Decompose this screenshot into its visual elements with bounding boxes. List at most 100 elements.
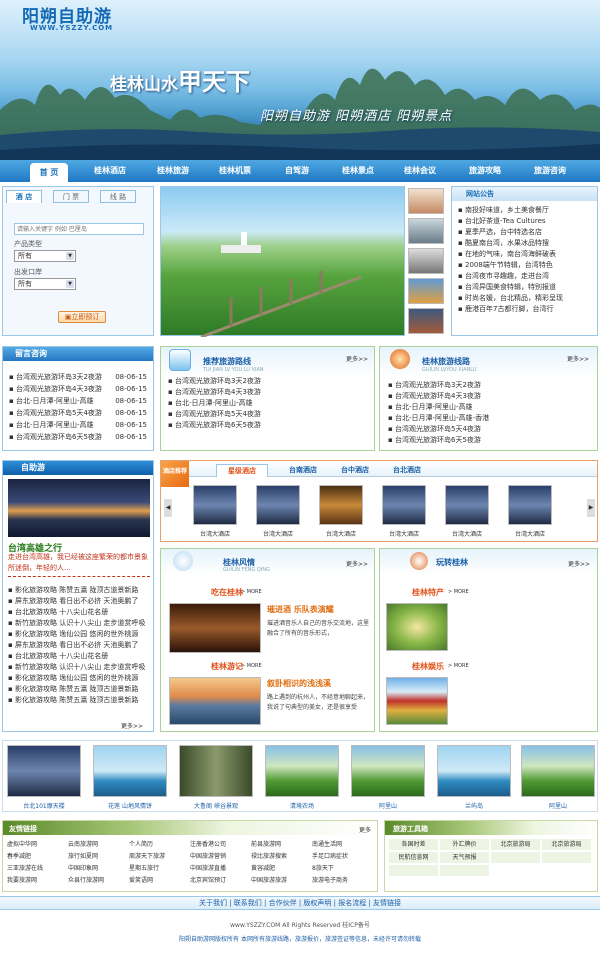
search-tab-ticket[interactable]: 门 票 <box>53 190 89 203</box>
thumb-5[interactable] <box>408 308 444 334</box>
list-item[interactable]: ▪ 台北-日月潭-阿里山-高雄 <box>168 398 368 409</box>
list-item[interactable]: ▪ 屏东旅游攻略 看日出不必挤 天池奥鹏了 <box>8 596 150 607</box>
tool-link[interactable]: 各国时差 <box>389 839 438 850</box>
friend-link[interactable]: 黄容减肥 <box>251 863 312 872</box>
scenic-photo[interactable] <box>521 745 595 797</box>
hotel-tab-star[interactable]: 星级酒店 <box>216 464 268 477</box>
hotel-name[interactable]: 台湾大酒店 <box>445 529 489 538</box>
list-item[interactable]: ▪ 影化旅游攻略 陈赞五瀛 陇顶古道景新路 <box>8 695 150 706</box>
friend-link[interactable]: 中国旅游营销 <box>190 851 251 860</box>
friend-link[interactable]: 众县行旅游网 <box>68 875 129 884</box>
search-type-select[interactable]: 所有 ▼ <box>14 250 76 262</box>
hotel-photo[interactable] <box>445 485 489 525</box>
hotel-name[interactable]: 台湾大酒店 <box>319 529 363 538</box>
selfguide-more-link[interactable]: 更多>> <box>121 721 143 730</box>
hotel-tab-tainan[interactable]: 台南酒店 <box>279 464 327 477</box>
friend-link[interactable]: 春季减肥 <box>7 851 68 860</box>
friend-link[interactable]: 爱笑语网 <box>129 875 190 884</box>
scenic-caption[interactable]: 阿里山 <box>521 801 595 810</box>
list-item[interactable]: ▪ 台北-日月潭-阿里山-高雄 <box>388 402 593 413</box>
hotel-name[interactable]: 台湾大酒店 <box>193 529 237 538</box>
list-item[interactable]: ▪ 南投好味道，乡土美食餐厅 <box>458 205 596 216</box>
scenic-caption[interactable]: 清境农场 <box>265 801 339 810</box>
list-item[interactable]: ▪ 台湾观光旅游环岛3天2夜游 08-06-15 <box>9 371 151 383</box>
nav-tour[interactable]: 桂林旅游 <box>143 160 203 182</box>
friend-link[interactable]: 虚拟中华网 <box>7 839 68 848</box>
friend-link[interactable]: 旅游电子商务 <box>312 875 373 884</box>
scenic-photo[interactable] <box>93 745 167 797</box>
thumb-3[interactable] <box>408 248 444 274</box>
list-item[interactable]: ▪ 台湾观光旅游环岛3天2夜游 <box>388 380 593 391</box>
friend-link[interactable]: 南通生活网 <box>312 839 373 848</box>
friend-link[interactable]: 北京宾馆预订 <box>190 875 251 884</box>
scenic-photo[interactable] <box>437 745 511 797</box>
friend-link[interactable]: 星期五旅行 <box>129 863 190 872</box>
nav-meeting[interactable]: 桂林会议 <box>390 160 450 182</box>
chevron-right-icon[interactable]: ▶ <box>587 499 595 517</box>
friend-link[interactable]: 禄比旅游搜索 <box>251 851 312 860</box>
thumb-4[interactable] <box>408 278 444 304</box>
fun-photo[interactable] <box>386 677 448 725</box>
specialty-more-link[interactable]: > MORE <box>448 589 469 595</box>
search-input[interactable] <box>14 223 144 235</box>
scenic-caption[interactable]: 阿里山 <box>351 801 425 810</box>
links-more-link[interactable]: 更多 <box>359 825 371 834</box>
friend-link[interactable]: 注册香港公司 <box>190 839 251 848</box>
hotel-photo[interactable] <box>508 485 552 525</box>
friend-link[interactable]: 8旅天下 <box>312 863 373 872</box>
hotel-name[interactable]: 台湾大酒店 <box>256 529 300 538</box>
friend-link[interactable]: 前县旅游网 <box>251 839 312 848</box>
list-item[interactable]: ▪ 台北旅游攻略 十八尖山花名册 <box>8 607 150 618</box>
scenic-caption[interactable]: 花莲 山地风情饼 <box>93 801 167 810</box>
featured-photo[interactable] <box>160 186 405 339</box>
friend-link[interactable]: 周游天下旅游 <box>129 851 190 860</box>
trip-more-link[interactable]: > MORE <box>241 663 262 669</box>
scenic-photo[interactable] <box>265 745 339 797</box>
tool-link[interactable]: 民航信息网 <box>389 852 438 863</box>
fun-more-link[interactable]: > MORE <box>448 663 469 669</box>
recommend-more-link[interactable]: 更多>> <box>346 354 368 363</box>
tool-link[interactable]: 外汇牌价 <box>440 839 489 850</box>
footer-link-contact[interactable]: 联系我们 <box>234 899 262 907</box>
hotel-name[interactable]: 台湾大酒店 <box>508 529 552 538</box>
list-item[interactable]: ▪ 酷夏南台湾，水果冰品特搜 <box>458 238 596 249</box>
friend-link[interactable]: 三亚旅游在线 <box>7 863 68 872</box>
list-item[interactable]: ▪ 台北-日月潭-阿里山-高雄 08-06-15 <box>9 419 151 431</box>
scenic-photo[interactable] <box>7 745 81 797</box>
list-item[interactable]: ▪ 台湾观光旅游环岛4天3夜游 <box>388 391 593 402</box>
book-now-button[interactable]: ▣立即预订 <box>58 311 106 323</box>
wanzhuan-more-link[interactable]: 更多>> <box>568 559 590 568</box>
friend-link[interactable]: 中国旅游直播 <box>190 863 251 872</box>
scenic-caption[interactable]: 台北101摩天楼 <box>7 801 81 810</box>
hotel-photo[interactable] <box>382 485 426 525</box>
nav-flight[interactable]: 桂林机票 <box>205 160 265 182</box>
footer-link-partner[interactable]: 合作伙伴 <box>269 899 297 907</box>
list-item[interactable]: ▪ 鹿港百年7古都行脚，台湾行 <box>458 304 596 315</box>
list-item[interactable]: ▪ 台湾观光旅游环岛4天3夜游 08-06-15 <box>9 383 151 395</box>
tool-link[interactable]: 天气预报 <box>440 852 489 863</box>
list-item[interactable]: ▪ 新竹旅游攻略 认识十八尖山 走步道赏呼吸 <box>8 662 150 673</box>
nav-consult[interactable]: 旅游咨询 <box>520 160 580 182</box>
chevron-left-icon[interactable]: ◀ <box>164 499 172 517</box>
scenic-caption[interactable]: 兰屿岛 <box>437 801 511 810</box>
tool-link[interactable]: 北京旅游局 <box>542 839 591 850</box>
friend-link[interactable]: 手足口病症状 <box>312 851 373 860</box>
nav-guide[interactable]: 旅游攻略 <box>455 160 515 182</box>
list-item[interactable]: ▪ 夏季严选，台中特选名店 <box>458 227 596 238</box>
list-item[interactable]: ▪ 台湾观光旅游环岛5天4夜游 <box>388 424 593 435</box>
list-item[interactable]: ▪ 影化旅游攻略 逸仙公园 悠闲的世外桃源 <box>8 673 150 684</box>
list-item[interactable]: ▪ 台湾异国美食特辑，特别报道 <box>458 282 596 293</box>
list-item[interactable]: ▪ 台湾夜市寻趣趣，走进台湾 <box>458 271 596 282</box>
scenic-photo[interactable] <box>351 745 425 797</box>
list-item[interactable]: ▪ 屏东旅游攻略 看日出不必挤 天池奥鹏了 <box>8 640 150 651</box>
footer-link-process[interactable]: 报名流程 <box>338 899 366 907</box>
hotel-photo[interactable] <box>193 485 237 525</box>
friend-link[interactable]: 中国印象网 <box>68 863 129 872</box>
nav-spot[interactable]: 桂林景点 <box>328 160 388 182</box>
thumb-1[interactable] <box>408 188 444 214</box>
list-item[interactable]: ▪ 台湾观光旅游环岛6天5夜游 08-06-15 <box>9 431 151 443</box>
list-item[interactable]: ▪ 台湾观光旅游环岛5天4夜游 <box>168 409 368 420</box>
search-tab-route[interactable]: 线 路 <box>100 190 136 203</box>
hotel-photo[interactable] <box>319 485 363 525</box>
nav-hotel[interactable]: 桂林酒店 <box>80 160 140 182</box>
